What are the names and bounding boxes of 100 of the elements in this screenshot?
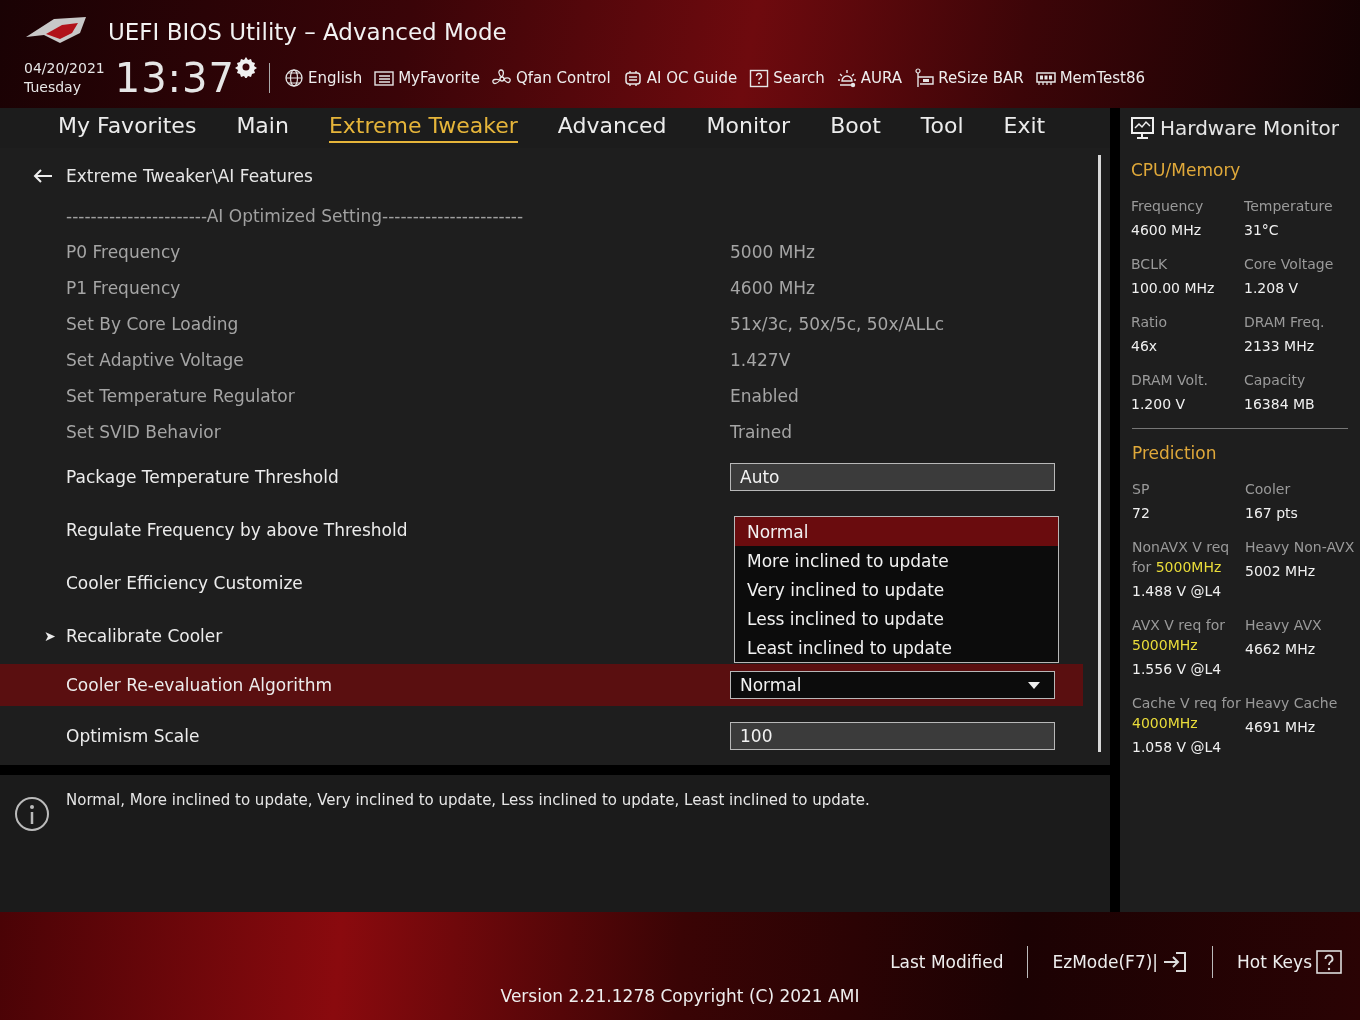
toolbar-button[interactable]: Qfan Control [491, 68, 611, 88]
monitor-label: NonAVX V req for 5000MHz [1132, 538, 1231, 577]
monitor-label: DRAM Freq. [1244, 313, 1326, 332]
settings-icon[interactable] [235, 56, 257, 78]
menu-tab[interactable]: Advanced [557, 113, 667, 143]
dropdown-option[interactable]: Normal [735, 517, 1058, 546]
setting-label: P0 Frequency [66, 242, 182, 262]
toolbar-button[interactable]: MemTest86 [1035, 68, 1146, 88]
section-heading: -----------------------AI Optimized Setting----------------------- [66, 206, 524, 226]
monitor-value: 167 pts [1245, 505, 1299, 521]
menu-tab[interactable]: My Favorites [58, 113, 197, 143]
monitor-value: 2133 MHz [1244, 338, 1316, 354]
monitor-value: 5002 MHz [1245, 563, 1317, 579]
monitor-value: 16384 MB [1244, 396, 1316, 412]
monitor-label: AVX V req for 5000MHz [1132, 616, 1226, 655]
setting-label: Optimism Scale [66, 726, 201, 746]
back-arrow-icon[interactable] [32, 168, 54, 184]
question-icon [749, 68, 770, 88]
window-title: UEFI BIOS Utility – Advanced Mode [108, 19, 507, 45]
setting-value: 5000 MHz [730, 242, 816, 262]
setting-label: P1 Frequency [66, 278, 182, 298]
setting-label: Package Temperature Threshold [66, 466, 340, 487]
value-field[interactable]: Auto [730, 462, 1055, 491]
help-icon [1316, 950, 1342, 974]
menu-tab[interactable]: Monitor [706, 113, 791, 143]
monitor-label: BCLK [1131, 255, 1169, 274]
monitor-label: Core Voltage [1244, 255, 1335, 274]
day-text: Tuesday [24, 78, 82, 97]
light-icon [836, 68, 857, 88]
monitor-value: 46x [1131, 338, 1159, 354]
dropdown-option[interactable]: Very inclined to update [735, 575, 1058, 604]
setting-value: 4600 MHz [730, 278, 816, 298]
footer-button[interactable]: EzMode(F7)| [1052, 950, 1189, 974]
monitor-label: SP [1132, 480, 1151, 499]
monitor-value: 4662 MHz [1245, 641, 1317, 657]
menu-tab[interactable]: Exit [1003, 113, 1046, 143]
value-field[interactable]: 100 [730, 722, 1055, 750]
menu-tab[interactable]: Extreme Tweaker [328, 113, 518, 143]
dropdown-option[interactable]: More inclined to update [735, 546, 1058, 575]
help-text: Normal, More inclined to update, Very inclined to update, Less inclined to update, Least inclined to update. [66, 791, 870, 811]
monitor-label: Capacity [1244, 371, 1307, 390]
footer-button[interactable]: Last Modified [890, 952, 1004, 972]
monitor-value: 1.556 V @L4 [1132, 661, 1223, 677]
setting-value: Enabled [730, 386, 799, 406]
monitor-label: Heavy Cache [1245, 694, 1339, 713]
panel-title: Hardware Monitor [1160, 116, 1339, 140]
card-icon [914, 68, 935, 88]
breadcrumb: Extreme Tweaker\AI Features [66, 166, 313, 186]
section-title: Prediction [1132, 443, 1218, 463]
caret-icon [1028, 681, 1040, 689]
version-text: Version 2.21.1278 Copyright (C) 2021 AMI [499, 986, 861, 1006]
date-text: 04/20/2021 [24, 59, 105, 78]
toolbar-button[interactable]: AI OC Guide [622, 68, 738, 88]
dropdown-option[interactable]: Least inclined to update [735, 633, 1058, 662]
section-title: CPU/Memory [1131, 160, 1242, 180]
monitor-value: 4600 MHz [1131, 222, 1203, 238]
monitor-label: Cooler [1245, 480, 1292, 499]
monitor-value: 1.488 V @L4 [1132, 583, 1223, 599]
monitor-value: 1.208 V [1244, 280, 1300, 296]
toolbar-button[interactable]: English [284, 68, 363, 88]
monitor-value: 31°C [1244, 222, 1280, 238]
clock-time: 13:37 [114, 55, 235, 101]
chip-icon [622, 68, 643, 88]
menu-tab[interactable]: Main [236, 113, 289, 143]
setting-label: Set By Core Loading [66, 314, 240, 334]
submenu-icon: ➤ [44, 627, 56, 644]
setting-value: 1.427V [730, 350, 791, 370]
setting-value: Trained [730, 422, 793, 442]
toolbar-button[interactable]: AURA [836, 68, 903, 88]
menu-tab[interactable]: Tool [920, 113, 964, 143]
globe-icon [284, 68, 304, 88]
monitor-value: 72 [1132, 505, 1151, 521]
footer-button[interactable]: Hot Keys [1237, 950, 1342, 974]
monitor-value: 1.200 V [1131, 396, 1187, 412]
setting-label: Set Adaptive Voltage [66, 350, 245, 370]
scrollbar[interactable] [1098, 155, 1101, 752]
monitor-label: DRAM Volt. [1131, 371, 1209, 390]
menu-tab[interactable]: Boot [830, 113, 881, 143]
dropdown-field[interactable]: Normal [730, 671, 1055, 699]
info-icon [14, 796, 50, 832]
monitor-label: Heavy AVX [1245, 616, 1323, 635]
setting-value: 51x/3c, 50x/5c, 50x/ALLc [730, 314, 945, 334]
toolbar-button[interactable]: Search [749, 68, 825, 88]
setting-label: Regulate Frequency by above Threshold [66, 519, 409, 540]
setting-label: Set Temperature Regulator [66, 386, 296, 406]
toolbar-button[interactable]: MyFavorite [374, 68, 480, 88]
monitor-label: Frequency [1131, 197, 1205, 216]
monitor-value: 100.00 MHz [1131, 280, 1216, 296]
toolbar-button[interactable]: ReSize BAR [914, 68, 1024, 88]
setting-label: Cooler Efficiency Customize [66, 572, 304, 593]
monitor-icon [1130, 116, 1156, 140]
monitor-label: Heavy Non-AVX [1245, 538, 1355, 557]
dropdown-option[interactable]: Less inclined to update [735, 604, 1058, 633]
setting-label: Set SVID Behavior [66, 422, 222, 442]
monitor-value: 4691 MHz [1245, 719, 1317, 735]
list-icon [374, 68, 395, 88]
monitor-label: Cache V req for 4000MHz [1132, 694, 1242, 733]
setting-label: Recalibrate Cooler [66, 625, 224, 646]
monitor-value: 1.058 V @L4 [1132, 739, 1223, 755]
setting-label: Cooler Re-evaluation Algorithm [66, 675, 333, 695]
